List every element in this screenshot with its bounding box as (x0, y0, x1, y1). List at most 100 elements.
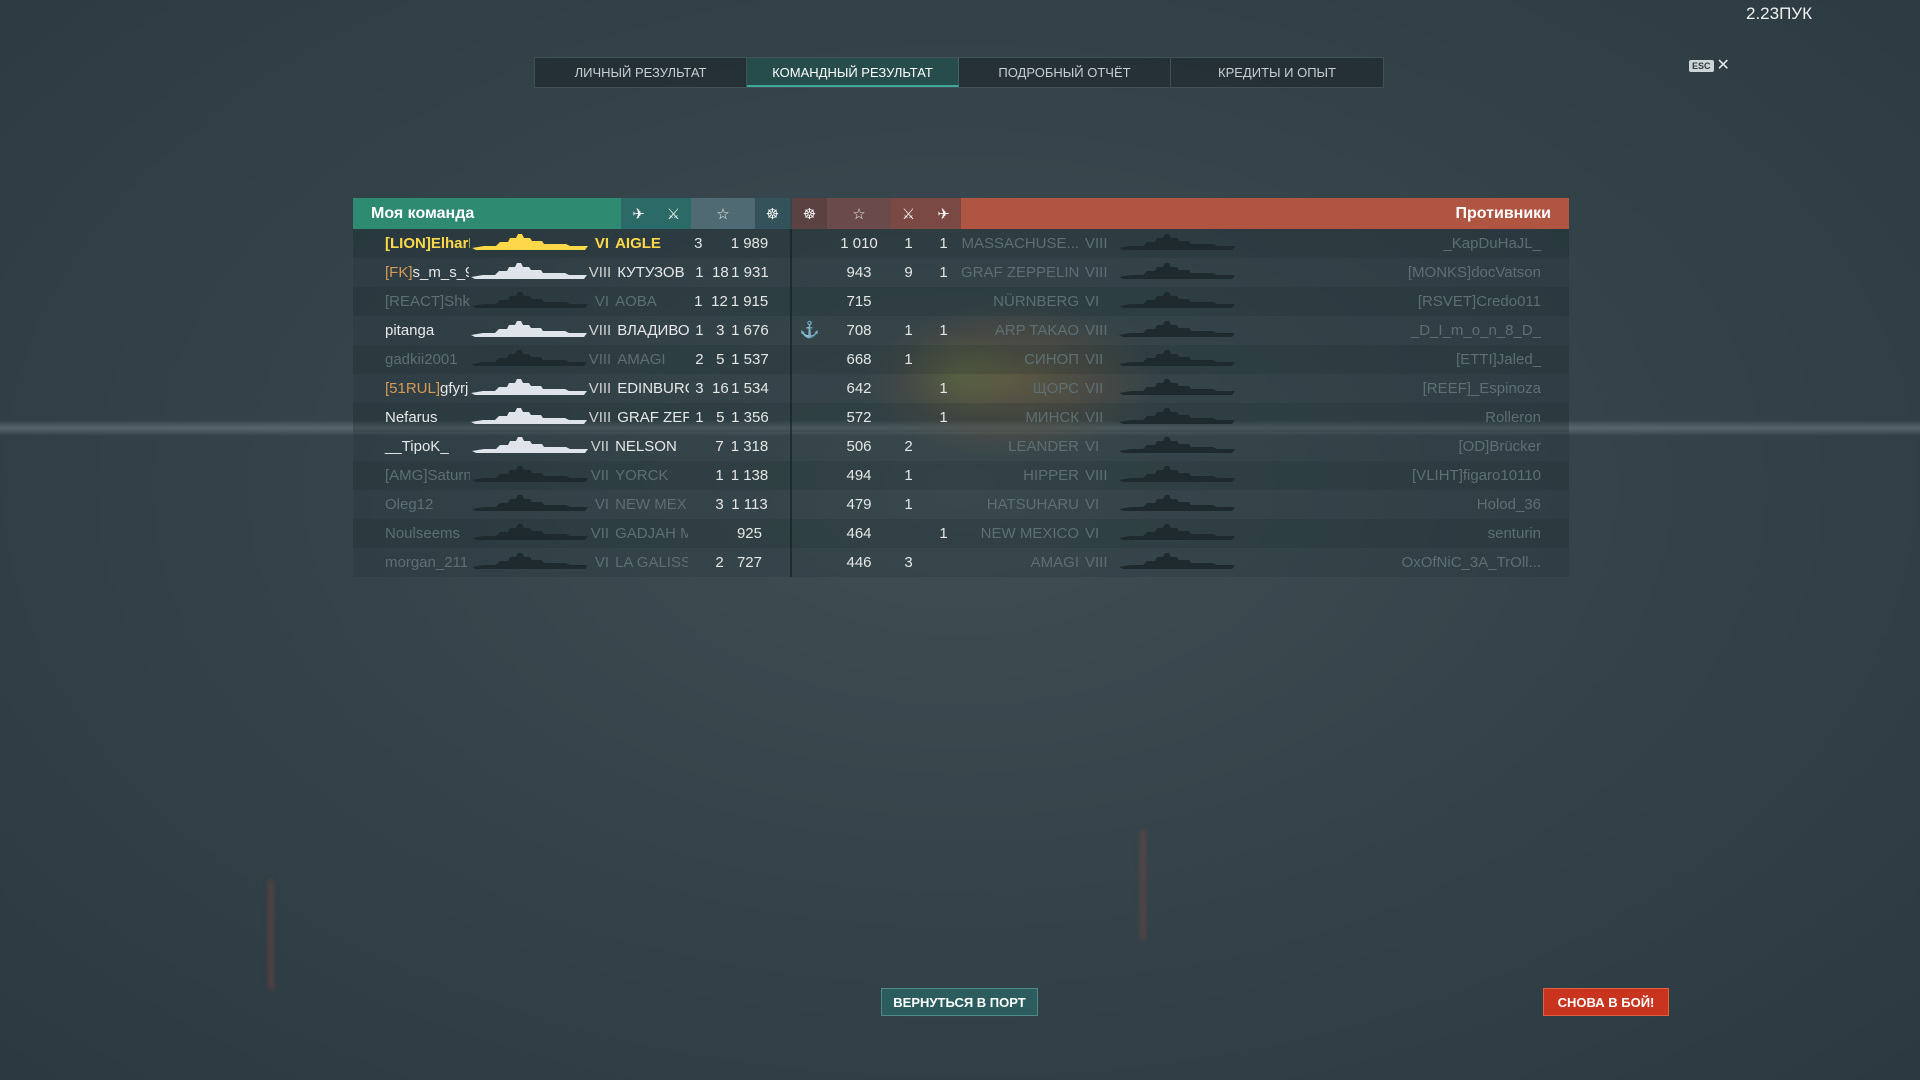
planes-destroyed: 3 (695, 380, 704, 397)
enemy-team-player[interactable]: 494 1 HIPPER VIII [VLIHT]figaro10110 (792, 461, 1569, 490)
player-name: [MONKS]docVatson (1407, 264, 1541, 281)
ships-destroyed: 3 (716, 322, 725, 339)
clan-tag: [OD] (1458, 438, 1490, 455)
enemy-team-player[interactable]: 506 2 LEANDER VI [OD]Brücker (792, 432, 1569, 461)
table-row[interactable]: __TipoK_ VII NELSON 7 1 318 506 2 LEANDER VI [OD]… (353, 432, 1569, 461)
ships-destroyed: 12 (711, 293, 728, 310)
ship-name: YORCK (615, 467, 669, 484)
return-to-port-button[interactable]: ВЕРНУТЬСЯ В ПОРТ (881, 988, 1038, 1016)
base-xp: 1 676 (731, 322, 769, 339)
ship-name: NEW MEXICO (615, 496, 688, 513)
my-team-player[interactable]: __TipoK_ VII NELSON 7 1 318 (353, 432, 790, 461)
tab-credits-xp[interactable]: КРЕДИТЫ И ОПЫТ (1171, 58, 1383, 87)
ships-destroyed: 1 (904, 322, 913, 339)
table-row[interactable]: [51RUL]gfyrjd VIII EDINBURGH 3 161 534 642 1 ЩО… (353, 374, 1569, 403)
capture-points (792, 461, 827, 490)
crossed-swords-icon[interactable]: ⚔ (891, 198, 926, 229)
player-name: pitanga (385, 322, 435, 339)
my-team-player[interactable]: [FK]s_m_s_90 VIII КУТУЗОВ 1 181 931 (353, 258, 790, 287)
my-team-player[interactable]: [REACT]ShkEd_sn... VI AOBA 1 121 915 (353, 287, 790, 316)
ship-tier: VIII (588, 380, 612, 397)
ships-destroyed: 1 (904, 351, 913, 368)
ship-tier: VII (590, 467, 610, 484)
ship-silhouette-icon (1117, 345, 1243, 374)
table-row[interactable]: NefarusVIIIGRAF ZEPPELIN151 3565721МИНСК… (353, 403, 1569, 432)
player-name: Rolleron (1485, 409, 1541, 426)
enemy-team-player[interactable]: 943 9 1 GRAF ZEPPELIN VIII [MONKS]docVatson (792, 258, 1569, 287)
my-team-player[interactable]: gadkii2001 VIII AMAGI 2 5 1 537 (353, 345, 790, 374)
capture-icon[interactable]: ☸ (755, 198, 790, 229)
plane-icon[interactable]: ✈ (621, 198, 656, 229)
ship-silhouette-icon (470, 461, 590, 490)
base-xp: 1 534 (731, 380, 769, 397)
enemy-team-player[interactable]: 446 3 AMAGI VIII OxOfNiC_3A_TrOll... (792, 548, 1569, 577)
table-row[interactable]: morgan_211 VI LA GALISSON... 2 727 446 3 AMAGI V… (353, 548, 1569, 577)
ship-silhouette-icon (469, 403, 589, 432)
tab-personal-result[interactable]: ЛИЧНЫЙ РЕЗУЛЬТАТ (535, 58, 747, 87)
planes-destroyed (688, 461, 709, 490)
ship-tier: VIII (588, 351, 612, 368)
ship-silhouette-icon (1117, 316, 1243, 345)
enemy-team-player[interactable]: 464 1 NEW MEXICO VI senturin (792, 519, 1569, 548)
base-xp: 1 113 (731, 496, 768, 513)
ships-destroyed: 3 (904, 554, 913, 571)
my-team-player[interactable]: Nefarus VIII GRAF ZEPPELIN 15 1 356 (353, 403, 790, 432)
my-team-player[interactable]: [AMG]Saturn_248 VII YORCK 1 1 138 (353, 461, 790, 490)
table-row[interactable]: [REACT]ShkEd_sn... VI AOBA 1 121 915 715 NÜRNB… (353, 287, 1569, 316)
close-icon: ✕ (1716, 57, 1730, 74)
table-row[interactable]: pitangaVIIIВЛАДИВОСТОК131 676⚓70811ARP T… (353, 316, 1569, 345)
base-xp: 464 (846, 525, 872, 542)
ship-tier: VI (1085, 496, 1100, 513)
planes-destroyed: 2 (695, 351, 704, 368)
table-row[interactable]: Oleg12 VI NEW MEXICO 3 1 113 479 1 HATSUHARU VI H… (353, 490, 1569, 519)
enemy-team-player[interactable]: 668 1 СИНОП VII [ETTI]Jaled_ (792, 345, 1569, 374)
ships-destroyed (891, 403, 926, 432)
my-team-player[interactable]: [51RUL]gfyrjd VIII EDINBURGH 3 161 534 (353, 374, 790, 403)
player-name: [51RUL]gfyrjd (385, 380, 469, 397)
my-team-player[interactable]: pitanga VIII ВЛАДИВОСТОК 13 1 676 (353, 316, 790, 345)
capture-icon[interactable]: ☸ (792, 198, 827, 229)
base-xp: 506 (846, 438, 872, 455)
ship-tier: VIII (1085, 264, 1108, 281)
clan-tag: [AMG] (385, 467, 428, 484)
table-row[interactable]: gadkii2001 VIII AMAGI 2 5 1 537 668 1 СИНОП VII [E… (353, 345, 1569, 374)
enemy-team-player[interactable]: 479 1 HATSUHARU VI Holod_36 (792, 490, 1569, 519)
enemy-team-player[interactable]: ⚓ 708 1 1 ARP TAKAO VIII _D_I_m_o_n_8_D_ (792, 316, 1569, 345)
ship-tier: VII (590, 438, 610, 455)
my-team-player[interactable]: Noulseems VII GADJAH MADA 925 (353, 519, 790, 548)
planes-destroyed (688, 519, 709, 548)
close-button[interactable]: ESC ✕ (1689, 57, 1730, 74)
capture-points (792, 432, 827, 461)
plane-icon[interactable]: ✈ (926, 198, 961, 229)
table-row[interactable]: [AMG]Saturn_248 VII YORCK 1 1 138 494 1 HIPPER V… (353, 461, 1569, 490)
ships-destroyed (891, 287, 926, 316)
star-icon[interactable]: ☆ (827, 198, 891, 229)
enemy-team-player[interactable]: 1 010 1 1 MASSACHUSE... VIII _KapDuHaJL_ (792, 229, 1569, 258)
tab-detailed-report[interactable]: ПОДРОБНЫЙ ОТЧЁТ (959, 58, 1171, 87)
enemy-team-player[interactable]: 642 1 ЩОРС VII [REEF]_Espinoza (792, 374, 1569, 403)
table-row[interactable]: [FK]s_m_s_90 VIII КУТУЗОВ 1 181 931 943 9 1 GRAF… (353, 258, 1569, 287)
base-xp: 642 (846, 380, 872, 397)
tab-team-result[interactable]: КОМАНДНЫЙ РЕЗУЛЬТАТ (747, 58, 959, 87)
enemy-team-player[interactable]: 572 1 МИНСК VII Rolleron (792, 403, 1569, 432)
table-row[interactable]: Noulseems VII GADJAH MADA 925 464 1 NEW MEXICO… (353, 519, 1569, 548)
ship-name: HIPPER (1023, 467, 1079, 484)
ship-name: NEW MEXICO (980, 525, 1079, 542)
battle-again-button[interactable]: СНОВА В БОЙ! (1543, 988, 1669, 1016)
ship-name: ARP TAKAO (994, 322, 1079, 339)
capture-points (792, 490, 827, 519)
base-xp: 708 (846, 322, 872, 339)
ship-silhouette-icon (470, 287, 590, 316)
table-header: Моя команда ✈ ⚔ ☆ ☸ ☸ ☆ ⚔ ✈ Противники (353, 198, 1569, 229)
star-icon[interactable]: ☆ (691, 198, 755, 229)
team-results-table: Моя команда ✈ ⚔ ☆ ☸ ☸ ☆ ⚔ ✈ Противники [… (353, 198, 1569, 577)
my-team-player[interactable]: morgan_211 VI LA GALISSON... 2 727 (353, 548, 790, 577)
ships-destroyed: 2 (904, 438, 913, 455)
enemy-team-player[interactable]: 715 NÜRNBERG VI [RSVET]Credo011 (792, 287, 1569, 316)
table-row[interactable]: [LION]ElharKesser VI AIGLE 3 1 989 1 010 1 1 MAS… (353, 229, 1569, 258)
my-team-player[interactable]: Oleg12 VI NEW MEXICO 3 1 113 (353, 490, 790, 519)
ship-tier: VI (594, 554, 610, 571)
capture-points (792, 374, 827, 403)
crossed-swords-icon[interactable]: ⚔ (656, 198, 691, 229)
my-team-player[interactable]: [LION]ElharKesser VI AIGLE 3 1 989 (353, 229, 790, 258)
